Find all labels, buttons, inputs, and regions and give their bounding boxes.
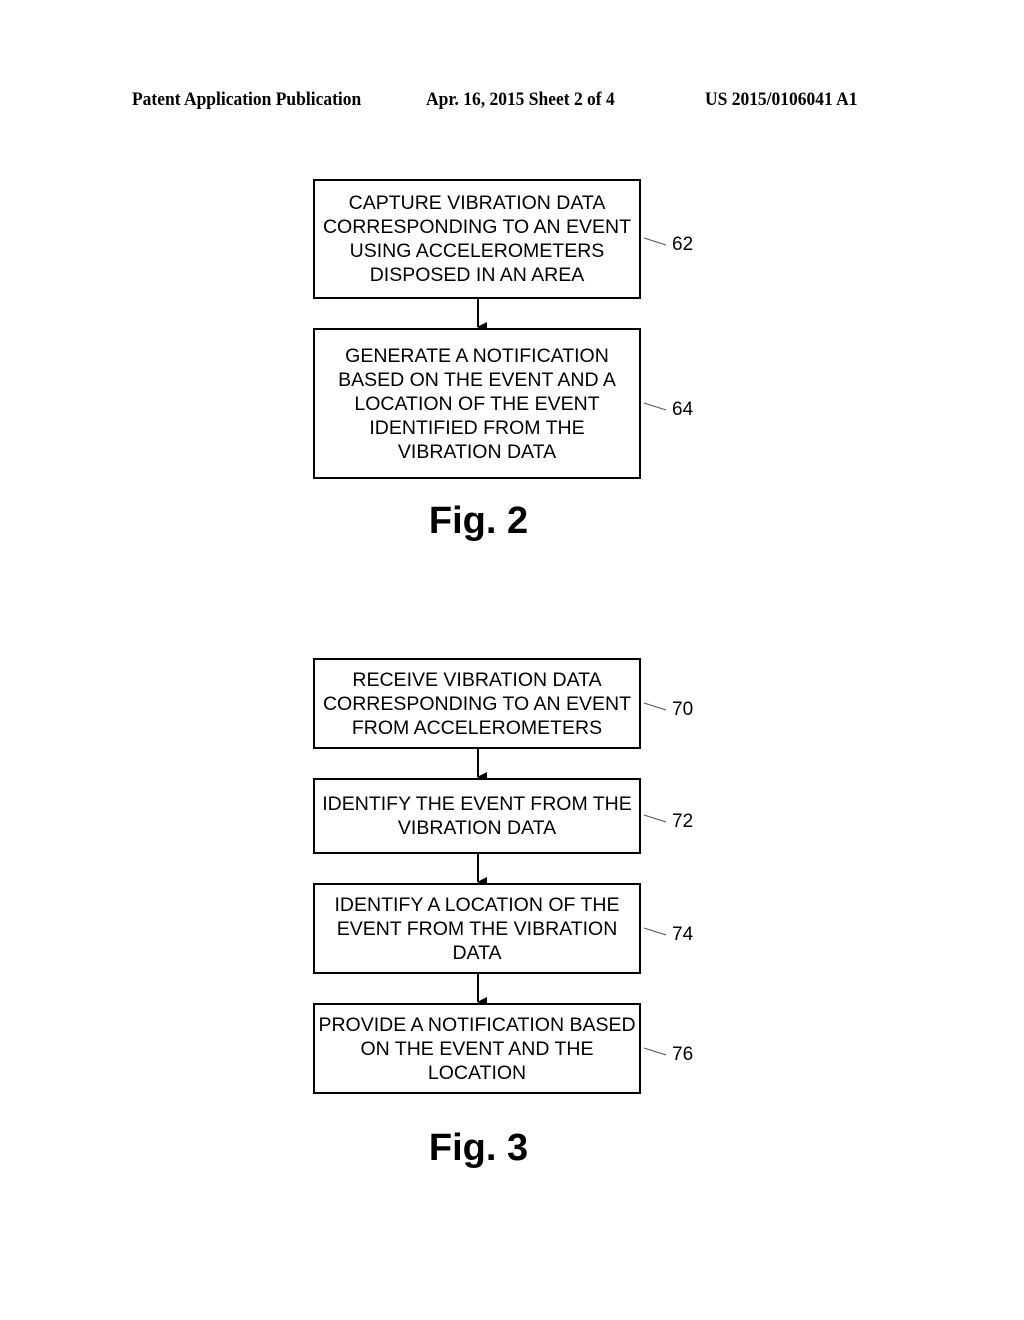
step-text: PROVIDE A NOTIFICATION BASED ON THE EVEN… [318, 1013, 636, 1084]
leader-62 [643, 237, 667, 246]
ref-numeral-72: 72 [672, 811, 694, 832]
step-box-62: CAPTURE VIBRATION DATA CORRESPONDING TO … [313, 179, 641, 299]
step-box-76: PROVIDE A NOTIFICATION BASED ON THE EVEN… [313, 1003, 641, 1094]
step-text: GENERATE A NOTIFICATION BASED ON THE EVE… [338, 344, 616, 463]
step-text: IDENTIFY THE EVENT FROM THE VIBRATION DA… [322, 793, 632, 839]
ref-numeral-70: 70 [672, 699, 694, 720]
leader-72 [643, 814, 667, 823]
ref-numeral-62: 62 [672, 234, 694, 255]
step-text: CAPTURE VIBRATION DATA CORRESPONDING TO … [322, 192, 632, 286]
step-text: RECEIVE VIBRATION DATA CORRESPONDING TO … [322, 668, 632, 739]
ref-numeral-64: 64 [672, 399, 694, 420]
leader-70 [643, 702, 667, 711]
step-text: IDENTIFY A LOCATION OF THE EVENT FROM TH… [334, 893, 620, 964]
figure-label-2: Fig. 2 [428, 500, 529, 542]
ref-numeral-74: 74 [672, 924, 694, 945]
leader-64 [643, 402, 667, 411]
figure-label-3: Fig. 3 [428, 1127, 529, 1169]
step-box-74: IDENTIFY A LOCATION OF THE EVENT FROM TH… [313, 883, 641, 974]
step-box-72: IDENTIFY THE EVENT FROM THE VIBRATION DA… [313, 778, 641, 854]
ref-numeral-76: 76 [672, 1044, 694, 1065]
leader-74 [643, 927, 667, 936]
step-box-64: GENERATE A NOTIFICATION BASED ON THE EVE… [313, 328, 641, 479]
step-box-70: RECEIVE VIBRATION DATA CORRESPONDING TO … [313, 658, 641, 749]
leader-76 [643, 1047, 667, 1056]
